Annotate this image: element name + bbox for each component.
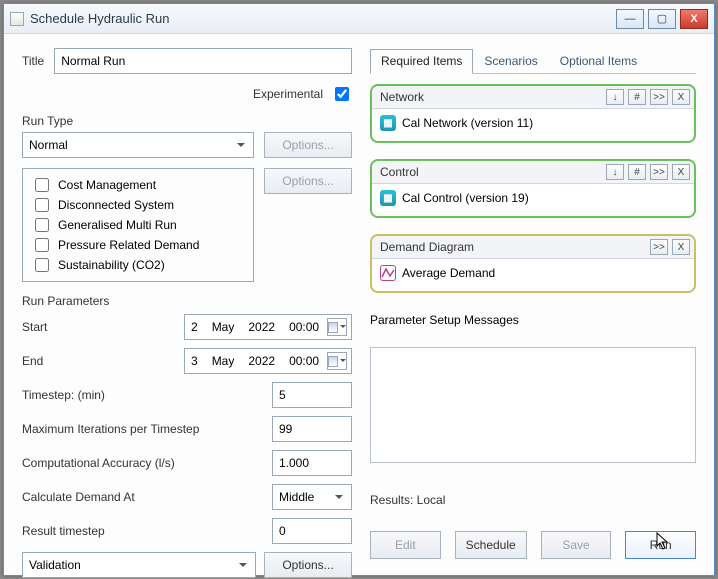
- hash-icon[interactable]: #: [628, 164, 646, 180]
- down-arrow-icon[interactable]: ↓: [606, 164, 624, 180]
- close-button[interactable]: X: [680, 9, 708, 29]
- app-window: Schedule Hydraulic Run — ▢ X Title Exper…: [3, 3, 715, 576]
- calendar-icon[interactable]: [327, 352, 347, 370]
- start-label: Start: [22, 320, 176, 334]
- run-parameters-title: Run Parameters: [22, 294, 352, 308]
- runtype-options-button-2[interactable]: Options...: [264, 168, 352, 194]
- runtype-label: Run Type: [22, 114, 352, 128]
- end-day: 3: [191, 354, 198, 368]
- demand-diagram-icon: [380, 265, 396, 281]
- tabs: Required Items Scenarios Optional Items: [370, 48, 696, 74]
- schedule-button[interactable]: Schedule: [455, 531, 527, 559]
- parameter-setup-messages-label: Parameter Setup Messages: [370, 313, 696, 327]
- check-pressure-related-demand[interactable]: [35, 238, 49, 252]
- experimental-label: Experimental: [253, 87, 323, 101]
- runtype-options-button-1[interactable]: Options...: [264, 132, 352, 158]
- runtype-checklist: Cost Management Disconnected System Gene…: [22, 168, 254, 282]
- app-icon: [10, 12, 24, 26]
- start-day: 2: [191, 320, 198, 334]
- calcdemand-label: Calculate Demand At: [22, 490, 264, 504]
- close-icon[interactable]: X: [672, 164, 690, 180]
- mouse-cursor-icon: [656, 532, 670, 550]
- card-item-text: Average Demand: [402, 266, 495, 280]
- results-label: Results: Local: [370, 493, 696, 507]
- minimize-button[interactable]: —: [616, 9, 644, 29]
- forward-icon[interactable]: >>: [650, 89, 668, 105]
- end-year: 2022: [248, 354, 275, 368]
- resultts-label: Result timestep: [22, 524, 264, 538]
- title-input[interactable]: [54, 48, 352, 74]
- window-title: Schedule Hydraulic Run: [30, 11, 612, 26]
- right-panel: Required Items Scenarios Optional Items …: [370, 48, 696, 559]
- resultts-input[interactable]: [272, 518, 352, 544]
- check-sustainability-co2[interactable]: [35, 258, 49, 272]
- maxiter-input[interactable]: [272, 416, 352, 442]
- end-label: End: [22, 354, 176, 368]
- down-arrow-icon[interactable]: ↓: [606, 89, 624, 105]
- parameter-setup-messages-box[interactable]: [370, 347, 696, 463]
- check-label: Disconnected System: [58, 196, 174, 214]
- check-label: Pressure Related Demand: [58, 236, 199, 254]
- card-demand-diagram: Demand Diagram >> X Average Demand: [370, 234, 696, 293]
- check-label: Sustainability (CO2): [58, 256, 165, 274]
- start-time: 00:00: [289, 320, 319, 334]
- timestep-input[interactable]: [272, 382, 352, 408]
- left-panel: Title Experimental Run Type Normal Cost …: [22, 48, 352, 559]
- edit-button[interactable]: Edit: [370, 531, 441, 559]
- start-month: May: [212, 320, 235, 334]
- close-icon[interactable]: X: [672, 89, 690, 105]
- start-datetime[interactable]: 2 May 2022 00:00: [184, 314, 352, 340]
- save-button[interactable]: Save: [541, 531, 612, 559]
- control-icon: ▦: [380, 190, 396, 206]
- tab-required-items[interactable]: Required Items: [370, 49, 473, 74]
- card-title: Demand Diagram: [380, 240, 646, 254]
- validation-options-button[interactable]: Options...: [264, 552, 352, 578]
- maxiter-label: Maximum Iterations per Timestep: [22, 422, 264, 436]
- close-icon[interactable]: X: [672, 239, 690, 255]
- calendar-icon[interactable]: [327, 318, 347, 336]
- end-month: May: [212, 354, 235, 368]
- title-row: Title: [22, 48, 352, 74]
- card-title: Control: [380, 165, 602, 179]
- validation-combo[interactable]: Validation: [22, 552, 256, 578]
- end-time: 00:00: [289, 354, 319, 368]
- content-area: Title Experimental Run Type Normal Cost …: [4, 34, 714, 575]
- calcdemand-value: Middle: [279, 490, 314, 504]
- title-label: Title: [22, 54, 44, 68]
- card-item-text: Cal Network (version 11): [402, 116, 533, 130]
- hash-icon[interactable]: #: [628, 89, 646, 105]
- titlebar: Schedule Hydraulic Run — ▢ X: [4, 4, 714, 34]
- check-disconnected-system[interactable]: [35, 198, 49, 212]
- compacc-label: Computational Accuracy (l/s): [22, 456, 264, 470]
- end-datetime[interactable]: 3 May 2022 00:00: [184, 348, 352, 374]
- experimental-checkbox[interactable]: [335, 87, 349, 101]
- calcdemand-combo[interactable]: Middle: [272, 484, 352, 510]
- check-label: Cost Management: [58, 176, 156, 194]
- timestep-label: Timestep: (min): [22, 388, 264, 402]
- card-network: Network ↓ # >> X ▦ Cal Network (version …: [370, 84, 696, 143]
- start-year: 2022: [248, 320, 275, 334]
- bottom-button-row: Edit Schedule Save Run: [370, 531, 696, 559]
- network-icon: ▦: [380, 115, 396, 131]
- card-item-text: Cal Control (version 19): [402, 191, 529, 205]
- runtype-combo[interactable]: Normal: [22, 132, 254, 158]
- experimental-row: Experimental: [22, 84, 352, 104]
- tab-scenarios[interactable]: Scenarios: [473, 49, 548, 74]
- compacc-input[interactable]: [272, 450, 352, 476]
- card-control: Control ↓ # >> X ▦ Cal Control (version …: [370, 159, 696, 218]
- forward-icon[interactable]: >>: [650, 239, 668, 255]
- check-label: Generalised Multi Run: [58, 216, 177, 234]
- card-title: Network: [380, 90, 602, 104]
- check-cost-management[interactable]: [35, 178, 49, 192]
- tab-optional-items[interactable]: Optional Items: [549, 49, 648, 74]
- validation-value: Validation: [29, 558, 81, 572]
- maximize-button[interactable]: ▢: [648, 9, 676, 29]
- check-generalised-multi-run[interactable]: [35, 218, 49, 232]
- runtype-value: Normal: [29, 138, 68, 152]
- forward-icon[interactable]: >>: [650, 164, 668, 180]
